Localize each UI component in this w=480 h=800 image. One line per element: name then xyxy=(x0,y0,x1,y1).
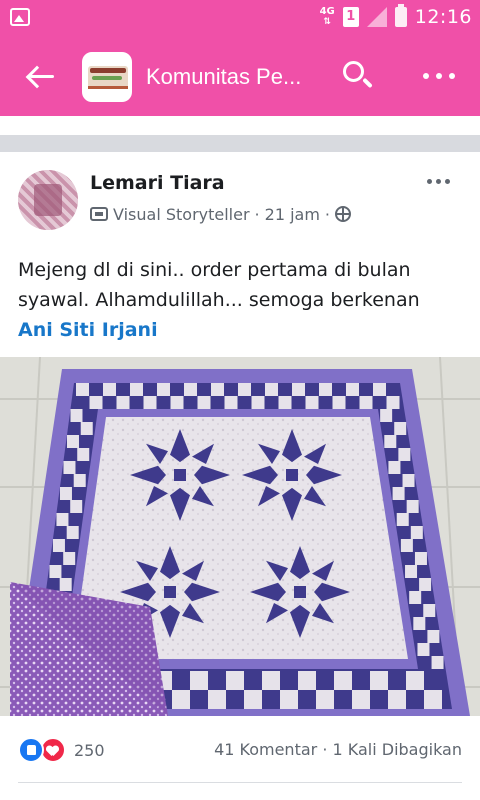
sim-indicator: 1 xyxy=(342,7,359,27)
action-divider xyxy=(18,782,462,783)
reaction-count: 250 xyxy=(74,740,105,760)
comment-count[interactable]: 41 Komentar xyxy=(214,740,317,759)
search-button[interactable] xyxy=(340,58,376,94)
author-badge: Visual Storyteller xyxy=(113,204,250,224)
clock: 12:16 xyxy=(414,6,472,28)
battery-icon xyxy=(394,4,407,27)
group-title[interactable]: Komunitas Pe... xyxy=(146,64,301,90)
author-avatar[interactable] xyxy=(18,170,78,230)
reaction-summary[interactable]: 250 xyxy=(18,736,105,764)
share-count[interactable]: 1 Kali Dibagikan xyxy=(332,740,462,759)
post-text: Mejeng dl di sini.. order pertama di bul… xyxy=(18,259,420,311)
tagged-user-link[interactable]: Ani Siti Irjani xyxy=(18,315,158,345)
arrow-left-icon xyxy=(30,75,54,78)
app-bar: Komunitas Pe... xyxy=(0,36,480,116)
search-icon xyxy=(343,61,364,82)
post-options-button[interactable] xyxy=(424,174,454,190)
gallery-notification-icon xyxy=(10,8,30,26)
group-avatar[interactable] xyxy=(82,52,132,102)
status-bar: 4G ⇅ 1 12:16 xyxy=(0,0,480,36)
globe-icon xyxy=(335,206,352,222)
like-reaction-icon xyxy=(18,737,44,763)
quilt-photo[interactable] xyxy=(0,357,480,716)
network-type: 4G ⇅ xyxy=(319,6,335,28)
author-name[interactable]: Lemari Tiara xyxy=(90,172,225,194)
engagement-stats: 41 Komentar · 1 Kali Dibagikan xyxy=(214,740,462,759)
post-time[interactable]: 21 jam xyxy=(265,205,320,224)
post-meta: Visual Storyteller · 21 jam · xyxy=(90,203,352,225)
back-button[interactable] xyxy=(22,58,62,94)
feed-divider xyxy=(0,135,480,152)
more-options-button[interactable] xyxy=(418,66,460,86)
storyteller-badge-icon xyxy=(90,207,108,221)
feed-spacer xyxy=(0,116,480,135)
signal-icon xyxy=(366,7,387,27)
